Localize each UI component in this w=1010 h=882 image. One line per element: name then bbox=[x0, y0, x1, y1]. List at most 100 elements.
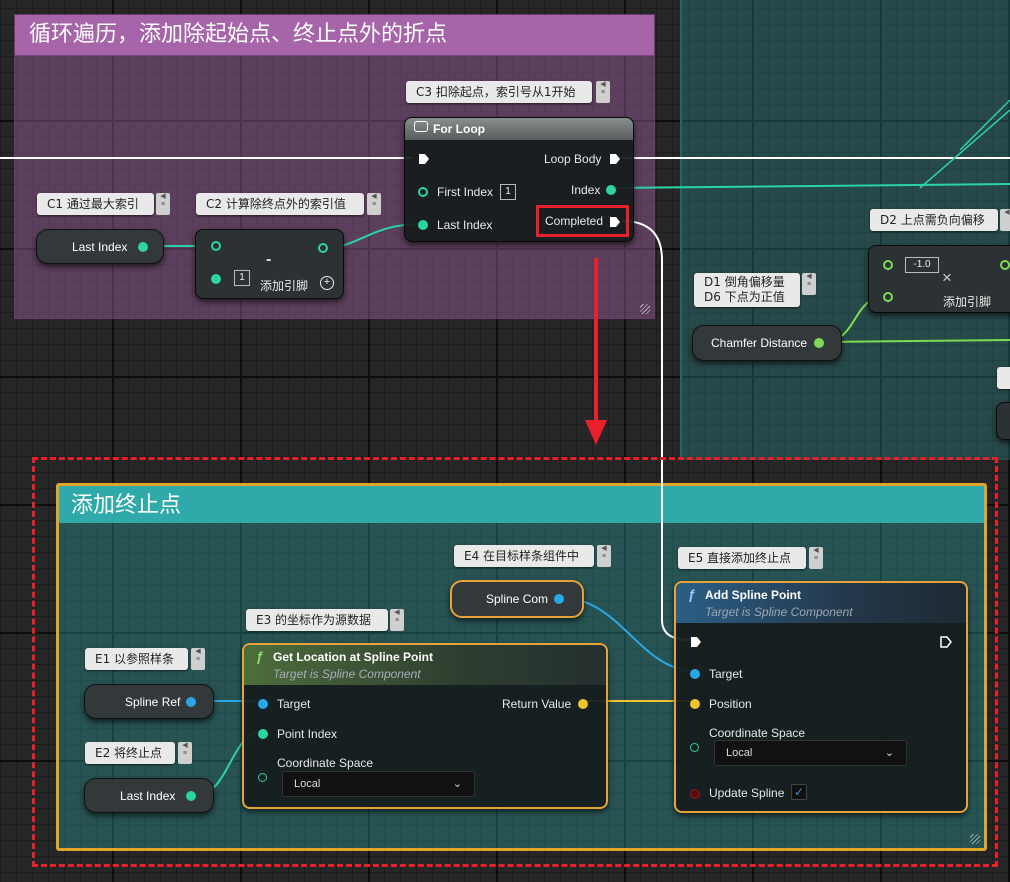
update-spline-checkbox[interactable]: ✓ bbox=[791, 784, 807, 800]
exec-input-pin[interactable] bbox=[690, 636, 702, 648]
result-output-pin[interactable] bbox=[1000, 260, 1010, 270]
int-wire-diag-a bbox=[919, 109, 1010, 189]
chevron-down-icon: ⌄ bbox=[884, 747, 894, 759]
comment-bubble-c3[interactable]: C3 扣除起点，索引号从1开始 bbox=[406, 81, 592, 103]
target-label: Target bbox=[709, 667, 743, 681]
b-input-pin[interactable] bbox=[883, 292, 893, 302]
return-value-pin[interactable] bbox=[578, 699, 588, 709]
target-pin[interactable] bbox=[258, 699, 268, 709]
int-output-pin[interactable] bbox=[186, 791, 196, 801]
completed-highlight-box bbox=[536, 205, 629, 237]
add-pin-label[interactable]: 添加引脚 bbox=[260, 277, 308, 294]
exec-output-pin[interactable] bbox=[940, 636, 952, 648]
target-label: Target bbox=[277, 697, 311, 711]
position-label: Position bbox=[709, 697, 752, 711]
result-output-pin[interactable] bbox=[318, 243, 328, 253]
index-output-pin[interactable] bbox=[606, 185, 616, 195]
last-index-label: Last Index bbox=[437, 218, 493, 232]
add-spline-point-node[interactable]: ƒ Add Spline Point Target is Spline Comp… bbox=[674, 581, 968, 813]
coord-space-dropdown[interactable]: Local ⌄ bbox=[714, 740, 907, 766]
b-input-pin[interactable] bbox=[211, 274, 221, 284]
comment-bubble-e2[interactable]: E2 将终止点 bbox=[85, 742, 175, 764]
bubble-pin-icon[interactable]: ◀ ≡ bbox=[191, 648, 205, 670]
object-output-pin[interactable] bbox=[554, 594, 564, 604]
bubble-pin-icon[interactable]: ◀ ≡ bbox=[596, 81, 610, 103]
bubble-pin-icon[interactable]: ◀ ≡ bbox=[802, 273, 816, 295]
point-index-pin[interactable] bbox=[258, 729, 268, 739]
comment-bubble-d2[interactable]: D2 上点需负向偏移 bbox=[870, 209, 998, 231]
comment-bubble-c1[interactable]: C1 通过最大索引 bbox=[37, 193, 154, 215]
comment-bubble-d1[interactable]: D1 倒角偏移量 D6 下点为正值 bbox=[694, 273, 800, 307]
last-index-variable-e2[interactable]: Last Index bbox=[84, 778, 214, 813]
partial-node-right[interactable] bbox=[996, 402, 1010, 440]
first-index-value[interactable]: 1 bbox=[500, 184, 516, 200]
coord-space-label: Coordinate Space bbox=[709, 726, 806, 740]
variable-label: Spline Ref bbox=[125, 695, 181, 709]
chamfer-distance-variable[interactable]: Chamfer Distance bbox=[692, 325, 842, 361]
bubble-pin-icon[interactable]: ◀ ≡ bbox=[390, 609, 404, 631]
last-index-pin[interactable] bbox=[418, 220, 428, 230]
highlight-arrow bbox=[585, 258, 607, 445]
a-value-box[interactable]: -1.0 bbox=[905, 257, 939, 273]
float-output-pin[interactable] bbox=[814, 338, 824, 348]
bubble-pin-icon[interactable]: ◀ ≡ bbox=[156, 193, 170, 215]
coord-space-pin[interactable] bbox=[690, 743, 699, 752]
comment-bubble-partial[interactable] bbox=[997, 367, 1010, 389]
exec-input-pin[interactable] bbox=[418, 153, 430, 165]
bubble-pin-icon[interactable]: ◀ ≡ bbox=[597, 545, 611, 567]
bubble-pin-icon[interactable]: ◀ ≡ bbox=[809, 547, 823, 569]
a-input-pin[interactable] bbox=[211, 241, 221, 251]
d1-line2: D6 下点为正值 bbox=[704, 290, 785, 304]
spline-com-variable[interactable]: Spline Com bbox=[450, 580, 584, 618]
a-input-pin[interactable] bbox=[883, 260, 893, 270]
comment-bubble-e3[interactable]: E3 的坐标作为源数据 bbox=[246, 609, 388, 631]
loop-icon bbox=[414, 121, 428, 132]
function-icon: ƒ bbox=[256, 648, 264, 664]
bubble-pin-icon[interactable]: ◀ ≡ bbox=[178, 742, 192, 764]
add-pin-label[interactable]: 添加引脚 bbox=[943, 293, 991, 310]
float-wire-chamfer-right bbox=[821, 339, 1010, 343]
position-pin[interactable] bbox=[690, 699, 700, 709]
comment-bubble-e5[interactable]: E5 直接添加终止点 bbox=[678, 547, 806, 569]
loop-body-exec-pin[interactable] bbox=[609, 153, 621, 165]
get-location-header[interactable]: ƒ Get Location at Spline Point Target is… bbox=[244, 645, 606, 685]
variable-label: Last Index bbox=[72, 240, 128, 254]
variable-label: Chamfer Distance bbox=[711, 336, 808, 350]
bubble-pin-icon[interactable]: ◀ bbox=[1000, 209, 1010, 231]
comment-bubble-c2[interactable]: C2 计算除终点外的索引值 bbox=[196, 193, 364, 215]
add-pin-icon[interactable]: + bbox=[320, 276, 334, 290]
get-location-subtitle: Target is Spline Component bbox=[273, 667, 421, 681]
update-spline-label: Update Spline bbox=[709, 786, 785, 800]
first-index-pin[interactable] bbox=[418, 187, 428, 197]
int-wire-index bbox=[611, 183, 1010, 189]
add-spline-point-header[interactable]: ƒ Add Spline Point Target is Spline Comp… bbox=[676, 583, 966, 623]
comment-bubble-e1[interactable]: E1 以参照样条 bbox=[85, 648, 188, 670]
index-label: Index bbox=[571, 183, 601, 197]
variable-label: Spline Com bbox=[486, 592, 549, 606]
target-pin[interactable] bbox=[690, 669, 700, 679]
point-index-label: Point Index bbox=[277, 727, 338, 741]
loop-body-label: Loop Body bbox=[544, 152, 602, 166]
get-location-node[interactable]: ƒ Get Location at Spline Point Target is… bbox=[242, 643, 608, 809]
bubble-pin-icon[interactable]: ◀ ≡ bbox=[367, 193, 381, 215]
b-value-box[interactable]: 1 bbox=[234, 270, 250, 286]
update-spline-pin[interactable] bbox=[690, 789, 700, 799]
spline-ref-variable[interactable]: Spline Ref bbox=[84, 684, 214, 719]
subtract-operator: - bbox=[266, 251, 272, 268]
coord-space-pin[interactable] bbox=[258, 773, 267, 782]
first-index-label: First Index bbox=[437, 185, 494, 199]
last-index-variable-c1[interactable]: Last Index bbox=[36, 229, 164, 264]
object-output-pin[interactable] bbox=[186, 697, 196, 707]
get-location-title: Get Location at Spline Point bbox=[273, 650, 434, 664]
coord-space-dropdown[interactable]: Local ⌄ bbox=[282, 771, 475, 797]
for-loop-header[interactable]: For Loop bbox=[405, 118, 633, 140]
d1-line1: D1 倒角偏移量 bbox=[704, 275, 785, 289]
comment-bubble-e4[interactable]: E4 在目标样条组件中 bbox=[454, 545, 594, 567]
int-output-pin[interactable] bbox=[138, 242, 148, 252]
add-spline-point-subtitle: Target is Spline Component bbox=[705, 605, 853, 619]
coord-space-label: Coordinate Space bbox=[277, 756, 374, 770]
subtract-node[interactable]: 1 - 添加引脚 + bbox=[195, 229, 344, 299]
multiply-node[interactable]: -1.0 × 添加引脚 bbox=[868, 245, 1010, 313]
multiply-operator: × bbox=[942, 268, 952, 287]
function-icon: ƒ bbox=[688, 586, 696, 602]
